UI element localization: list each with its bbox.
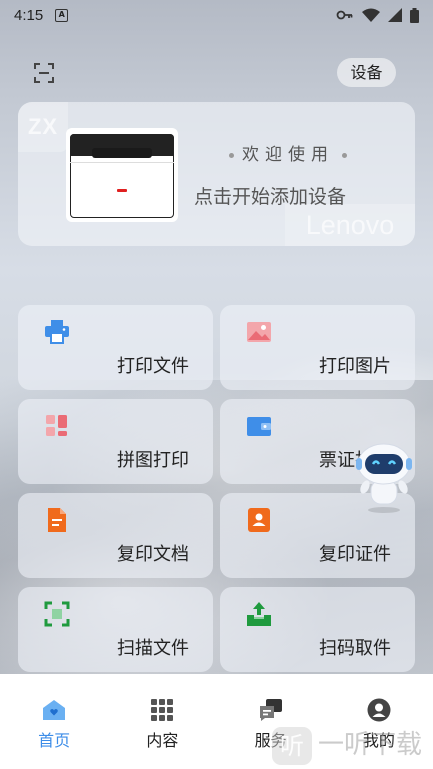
id-card-icon	[248, 508, 270, 532]
upload-tray-icon	[247, 602, 271, 626]
site-watermark: 听一听下载	[272, 724, 432, 766]
lenovo-watermark: Lenovo	[285, 204, 415, 246]
key-icon	[336, 10, 353, 20]
scan-button[interactable]	[32, 61, 56, 85]
grid-icon	[151, 699, 174, 721]
scan-frame-icon	[44, 601, 70, 627]
dot-left	[229, 152, 234, 158]
nav-label: 首页	[38, 731, 71, 750]
image-icon	[247, 322, 271, 342]
nav-content[interactable]: 内容	[108, 674, 216, 769]
home-icon	[43, 700, 66, 720]
collage-icon	[46, 415, 67, 436]
welcome-title: 欢迎使用	[208, 140, 368, 165]
zx-badge: ZX	[18, 102, 68, 152]
chat-icon	[259, 699, 282, 721]
tile-label: 复印文档	[117, 544, 189, 565]
welcome-title-text: 欢迎使用	[242, 145, 334, 165]
tile-print-file[interactable]: 打印文件	[18, 305, 213, 390]
battery-icon	[410, 7, 419, 23]
tile-label: 复印证件	[319, 544, 391, 565]
tile-scan-pickup[interactable]: 扫码取件	[220, 587, 415, 672]
printer-led	[117, 189, 127, 192]
welcome-subtitle: 点击开始添加设备	[194, 186, 347, 208]
watermark-logo: 听	[272, 726, 312, 765]
tile-copy-document[interactable]: 复印文档	[18, 493, 213, 578]
user-icon	[367, 698, 391, 722]
tile-label: 扫码取件	[319, 638, 391, 659]
scan-icon	[34, 63, 54, 83]
status-bar: 4:15 A	[0, 0, 433, 30]
tile-scan-file[interactable]: 扫描文件	[18, 587, 213, 672]
dot-right	[342, 152, 347, 158]
tile-collage-print[interactable]: 拼图打印	[18, 399, 213, 484]
watermark-text: 一听下载	[318, 730, 423, 760]
tile-label: 扫描文件	[117, 638, 189, 659]
printer-icon	[45, 320, 69, 344]
tile-label: 打印文件	[117, 356, 189, 377]
signal-icon	[388, 8, 402, 22]
nav-home[interactable]: 首页	[0, 674, 108, 769]
welcome-card[interactable]: ZX Lenovo 欢迎使用 点击开始添加设备	[18, 102, 415, 246]
nav-label: 内容	[146, 731, 179, 750]
status-time: 4:15	[14, 6, 44, 24]
tile-label: 拼图打印	[117, 450, 189, 471]
wallet-icon	[247, 417, 271, 436]
notification-icon: A	[55, 8, 69, 22]
tile-label: 打印图片	[319, 356, 391, 377]
printer-illustration	[66, 128, 178, 222]
wifi-icon	[362, 8, 380, 22]
tile-print-image[interactable]: 打印图片	[220, 305, 415, 390]
device-button[interactable]: 设备	[337, 58, 396, 87]
document-icon	[48, 508, 66, 532]
robot-assistant-icon[interactable]	[353, 440, 415, 514]
